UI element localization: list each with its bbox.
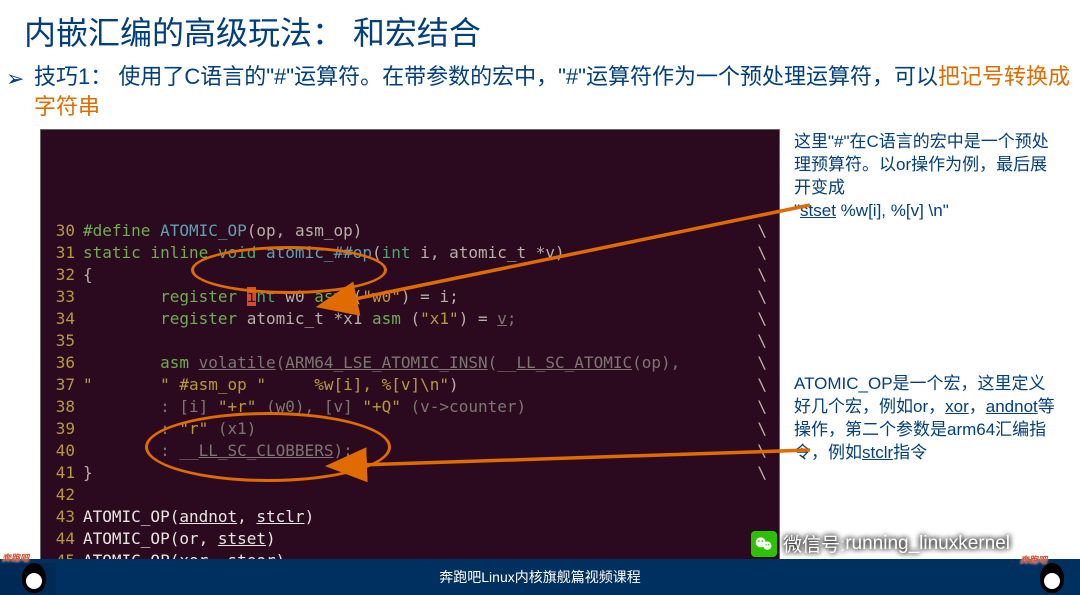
footer-logo-left: 奔跑吧 — [0, 549, 56, 595]
penguin-icon — [22, 563, 46, 593]
code-line: 32{ \ — [41, 264, 779, 286]
logo-text-left: 奔跑吧 — [2, 551, 29, 564]
bullet-text: 技巧1： 使用了C语言的"#"运算符。在带参数的宏中，"#"运算符作为一个预处理… — [34, 62, 1080, 121]
note2-c: ， — [969, 397, 986, 416]
code-line: 33 register int w0 asm ("w0") = i; \ — [41, 286, 779, 308]
code-line: 44ATOMIC_OP(or, stset) — [41, 528, 779, 550]
side-note-top: 这里"#"在C语言的宏中是一个预处理预算符。以or操作为例，最后展开变成 "st… — [794, 131, 1062, 223]
code-line: 36 asm volatile(ARM64_LSE_ATOMIC_INSN(__… — [41, 352, 779, 374]
bullet-item: ➢ 技巧1： 使用了C语言的"#"运算符。在带参数的宏中，"#"运算符作为一个预… — [0, 60, 1080, 125]
bullet-prefix: 技巧1： 使用了C语言的"#"运算符。在带参数的宏中，"#"运算符作为一个预处理… — [34, 64, 938, 89]
wechat-id: running_linuxkernel — [845, 533, 1010, 555]
code-block: 30#define ATOMIC_OP(op, asm_op) \31stati… — [40, 129, 780, 595]
penguin-icon — [1040, 563, 1064, 593]
note1-stset: stset — [800, 201, 836, 220]
code-line: 31static inline void atomic_##op(int i, … — [41, 242, 779, 264]
code-line: 30#define ATOMIC_OP(op, asm_op) \ — [41, 220, 779, 242]
note1-p1: 这里"#"在C语言的宏中是一个预处理预算符。以or操作为例，最后展开变成 — [794, 132, 1049, 197]
note2-xor: xor — [945, 397, 969, 416]
code-line: 38 : [i] "+r" (w0), [v] "+Q" (v->counter… — [41, 396, 779, 418]
code-line: 34 register atomic_t *x1 asm ("x1") = v;… — [41, 308, 779, 330]
code-line: 42 — [41, 484, 779, 506]
slide-title: 内嵌汇编的高级玩法： 和宏结合 — [0, 0, 1080, 60]
note1-q2: %w[i], %[v] \n" — [836, 201, 949, 220]
code-line: 35 \ — [41, 330, 779, 352]
wechat-icon — [751, 531, 777, 557]
note2-andnot: andnot — [986, 397, 1038, 416]
footer-bar: 奔跑吧Linux内核旗舰篇视频课程 — [0, 559, 1080, 595]
footer-text: 奔跑吧Linux内核旗舰篇视频课程 — [439, 567, 640, 587]
code-line: 37" " #asm_op " %w[i], %[v]\n") \ — [41, 374, 779, 396]
logo-text-right: 奔跑吧 — [1020, 553, 1047, 566]
note2-stclr: stclr — [862, 443, 893, 462]
code-line: 40 : __LL_SC_CLOBBERS); \ — [41, 440, 779, 462]
code-line: 41} \ — [41, 462, 779, 484]
wechat-watermark: 微信号: running_linuxkernel — [751, 530, 1010, 557]
bullet-arrow-icon: ➢ — [6, 62, 34, 92]
wechat-label: 微信号: — [783, 530, 845, 557]
note2-g: 指令 — [893, 443, 927, 462]
footer-logo-right: 奔跑吧 — [1018, 553, 1074, 593]
side-note-bottom: ATOMIC_OP是一个宏，这里定义好几个宏，例如or，xor，andnot等操… — [794, 373, 1062, 465]
code-line: 39 : "r" (x1) \ — [41, 418, 779, 440]
code-line: 43ATOMIC_OP(andnot, stclr) — [41, 506, 779, 528]
